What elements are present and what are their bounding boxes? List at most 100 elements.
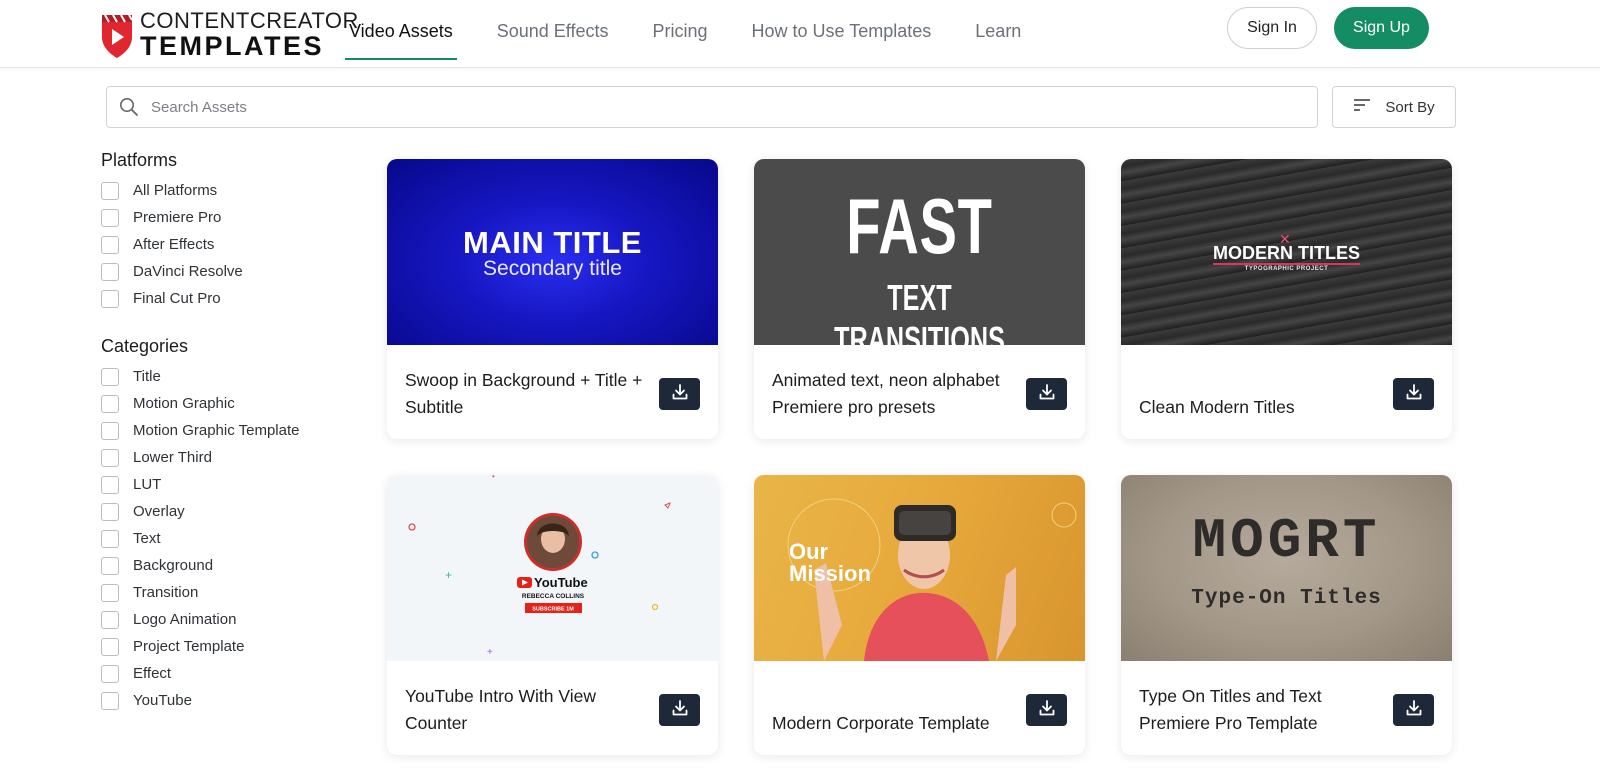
asset-thumbnail[interactable]: MAIN TITLE Secondary title <box>387 159 718 345</box>
platform-checkbox[interactable] <box>101 235 119 254</box>
svg-text:+: + <box>487 647 493 658</box>
category-filter-label: Overlay <box>133 503 185 520</box>
thumb-secondary-title: Type-On Titles <box>1191 587 1382 610</box>
category-filter-label: YouTube <box>133 692 192 709</box>
asset-card[interactable]: ✕ MODERN TITLES TYPOGRAPHIC PROJECT Clea… <box>1121 159 1452 439</box>
asset-thumbnail[interactable]: Our Mission <box>754 475 1085 661</box>
category-checkbox[interactable] <box>101 664 119 683</box>
category-filter-label: Background <box>133 557 214 574</box>
platform-filter-item[interactable]: Premiere Pro <box>101 204 341 231</box>
nav-pricing[interactable]: Pricing <box>649 0 712 60</box>
svg-text:SUBSCRIBE 1M: SUBSCRIBE 1M <box>532 607 574 613</box>
category-checkbox[interactable] <box>101 529 119 548</box>
category-checkbox[interactable] <box>101 367 119 386</box>
platform-filter-label: After Effects <box>133 236 215 253</box>
svg-text:YouTube: YouTube <box>534 575 588 590</box>
nav-sound-effects[interactable]: Sound Effects <box>493 0 613 60</box>
download-icon <box>1038 699 1056 722</box>
platform-filter-item[interactable]: After Effects <box>101 231 341 258</box>
category-filter-label: Logo Animation <box>133 611 237 628</box>
platform-checkbox[interactable] <box>101 208 119 227</box>
platform-checkbox[interactable] <box>101 181 119 200</box>
download-button[interactable] <box>1026 694 1067 726</box>
category-checkbox[interactable] <box>101 394 119 413</box>
asset-title[interactable]: Swoop in Background + Title + Subtitle <box>405 367 645 421</box>
asset-thumbnail[interactable]: FAST TEXT TRANSITIONS <box>754 159 1085 345</box>
platform-filter-item[interactable]: All Platforms <box>101 177 341 204</box>
sort-lines-icon <box>1353 98 1371 116</box>
nav-video-assets[interactable]: Video Assets <box>345 0 457 60</box>
category-filter-label: Transition <box>133 584 199 601</box>
thumb-main-title: MODERN TITLES <box>1213 243 1360 265</box>
platform-filter-label: Premiere Pro <box>133 209 222 226</box>
category-filter-item[interactable]: YouTube <box>101 687 341 714</box>
category-filter-item[interactable]: Effect <box>101 660 341 687</box>
sort-by-button[interactable]: Sort By <box>1332 86 1456 128</box>
download-button[interactable] <box>659 694 700 726</box>
category-filter-item[interactable]: Lower Third <box>101 444 341 471</box>
download-button[interactable] <box>1026 378 1067 410</box>
svg-text:•: • <box>492 475 495 481</box>
category-filter-list: Title Motion Graphic Motion Graphic Templa… <box>101 363 341 714</box>
logo-line-2: TEMPLATES <box>140 31 324 61</box>
asset-thumbnail[interactable]: MOGRT Type-On Titles <box>1121 475 1452 661</box>
asset-card[interactable]: MOGRT Type-On Titles Type On Titles and … <box>1121 475 1452 755</box>
thumb-secondary-title: TEXT TRANSITIONS <box>834 277 1005 345</box>
asset-card[interactable]: MAIN TITLE Secondary title Swoop in Back… <box>387 159 718 439</box>
platform-filter-label: Final Cut Pro <box>133 290 221 307</box>
category-checkbox[interactable] <box>101 691 119 710</box>
category-checkbox[interactable] <box>101 556 119 575</box>
asset-card[interactable]: Our Mission Modern Corporate Template <box>754 475 1085 755</box>
category-filter-item[interactable]: Title <box>101 363 341 390</box>
logo-shield-icon <box>100 11 134 59</box>
download-button[interactable] <box>1393 694 1434 726</box>
thumb-secondary-title: Secondary title <box>483 257 622 280</box>
category-filter-item[interactable]: Background <box>101 552 341 579</box>
category-checkbox[interactable] <box>101 502 119 521</box>
category-filter-item[interactable]: Motion Graphic Template <box>101 417 341 444</box>
asset-title[interactable]: Clean Modern Titles <box>1139 394 1379 421</box>
asset-title[interactable]: Animated text, neon alphabet Premiere pr… <box>772 367 1012 421</box>
category-filter-item[interactable]: LUT <box>101 471 341 498</box>
category-filter-label: Lower Third <box>133 449 212 466</box>
category-checkbox[interactable] <box>101 610 119 629</box>
category-filter-item[interactable]: Project Template <box>101 633 341 660</box>
sort-by-label: Sort By <box>1385 98 1435 116</box>
download-button[interactable] <box>659 378 700 410</box>
download-icon <box>671 383 689 406</box>
download-icon <box>1405 383 1423 406</box>
asset-thumbnail[interactable]: + + • YouTube REBECCA COLLINS SUBSCRIBE … <box>387 475 718 661</box>
asset-thumbnail[interactable]: ✕ MODERN TITLES TYPOGRAPHIC PROJECT <box>1121 159 1452 345</box>
category-filter-label: Project Template <box>133 638 245 655</box>
category-checkbox[interactable] <box>101 637 119 656</box>
asset-title[interactable]: YouTube Intro With View Counter <box>405 683 645 737</box>
category-filter-item[interactable]: Text <box>101 525 341 552</box>
sign-up-button[interactable]: Sign Up <box>1334 7 1429 49</box>
asset-title[interactable]: Type On Titles and Text Premiere Pro Tem… <box>1139 683 1379 737</box>
category-checkbox[interactable] <box>101 448 119 467</box>
thumb-main-title: MAIN TITLE <box>463 225 642 260</box>
download-button[interactable] <box>1393 378 1434 410</box>
asset-card[interactable]: FAST TEXT TRANSITIONS Animated text, neo… <box>754 159 1085 439</box>
asset-title[interactable]: Modern Corporate Template <box>772 710 1012 737</box>
search-input[interactable] <box>151 98 1317 116</box>
category-filter-item[interactable]: Motion Graphic <box>101 390 341 417</box>
platform-checkbox[interactable] <box>101 262 119 281</box>
site-logo[interactable]: CONTENTCREATOR TEMPLATES <box>100 10 358 60</box>
sign-in-button[interactable]: Sign In <box>1227 7 1317 49</box>
asset-card[interactable]: + + • YouTube REBECCA COLLINS SUBSCRIBE … <box>387 475 718 755</box>
category-checkbox[interactable] <box>101 583 119 602</box>
category-filter-item[interactable]: Transition <box>101 579 341 606</box>
platform-filter-item[interactable]: Final Cut Pro <box>101 285 341 312</box>
platform-filter-item[interactable]: DaVinci Resolve <box>101 258 341 285</box>
category-checkbox[interactable] <box>101 475 119 494</box>
platform-checkbox[interactable] <box>101 289 119 308</box>
category-filter-label: Motion Graphic Template <box>133 422 300 439</box>
category-filter-item[interactable]: Logo Animation <box>101 606 341 633</box>
platform-filter-label: All Platforms <box>133 182 218 199</box>
category-filter-item[interactable]: Overlay <box>101 498 341 525</box>
nav-how-to-use-templates[interactable]: How to Use Templates <box>748 0 936 60</box>
nav-learn[interactable]: Learn <box>971 0 1025 60</box>
category-checkbox[interactable] <box>101 421 119 440</box>
category-filter-label: Text <box>133 530 161 547</box>
